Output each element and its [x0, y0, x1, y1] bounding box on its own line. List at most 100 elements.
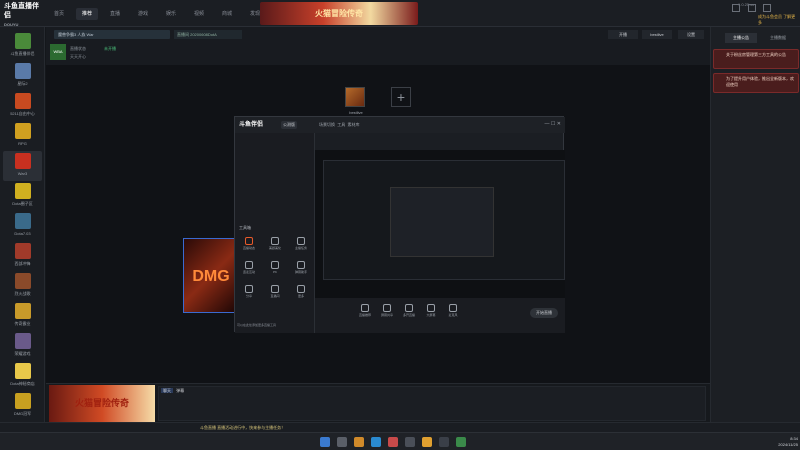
marquee-text: 斗鱼直播 直播活动进行中，快来参与主播任务！	[200, 425, 286, 430]
inner-bottom-toolbar: 直播推荐 屏幕共享 多开直播 大屏幕 麦克风 开始直播	[315, 298, 565, 333]
inner-tool-panel: 工具箱 直播动态 美颜美化 主播任务 连麦互动 PK 弹幕助手 分享 直播间 更多 可以在此处添…	[235, 133, 315, 333]
browser-icon[interactable]	[371, 437, 381, 447]
sidebar-item[interactable]: 西部冲锋	[3, 241, 42, 271]
tab-data[interactable]: 主播数据	[761, 33, 795, 43]
tab-chat[interactable]: 聊天	[161, 388, 173, 393]
tool-label: 直播间	[270, 294, 280, 298]
tool-item[interactable]: 主播任务	[291, 237, 311, 253]
app-icon[interactable]	[422, 437, 432, 447]
top-ad-banner[interactable]: 火猫冒险传奇	[260, 2, 418, 25]
sidebar-item[interactable]: 星际2	[3, 61, 42, 91]
bottom-tool-label: 麦克风	[448, 313, 458, 317]
bottom-tool[interactable]: 屏幕共享	[377, 304, 397, 320]
room-id-field[interactable]: 直播间 20200608DotA	[174, 30, 242, 39]
tool-label: 美颜美化	[268, 246, 281, 250]
tool-item[interactable]: 美颜美化	[265, 237, 285, 253]
sidebar-item[interactable]: 斗鱼直播伴侣	[3, 31, 42, 61]
settings-button[interactable]: 设置	[678, 30, 704, 39]
search-input[interactable]: bestlive	[642, 30, 672, 39]
game-icon	[14, 393, 31, 409]
bottom-tool[interactable]: 大屏幕	[421, 304, 441, 320]
notice-item[interactable]: 关于粉丝房管理第三方工具的公告	[713, 49, 799, 69]
tool-item[interactable]: 直播动态	[239, 237, 259, 253]
inner-tab[interactable]: 素材库	[347, 122, 359, 127]
sidebar-item[interactable]: Dota神秘商店	[3, 361, 42, 391]
inner-tab[interactable]: 场景切换	[319, 122, 335, 127]
live-title: 天天开心	[70, 54, 86, 59]
os-taskbar: 8:34 2024/11/25	[0, 432, 800, 450]
bottom-tool[interactable]: 多开直播	[399, 304, 419, 320]
sidebar-item[interactable]: 烈火战歌	[3, 271, 42, 301]
scene-label: bestlive	[349, 110, 363, 115]
sidebar-item[interactable]: 荣耀游戏	[3, 331, 42, 361]
app-icon[interactable]	[405, 437, 415, 447]
app-icon[interactable]	[439, 437, 449, 447]
tab-notice[interactable]: 主播公告	[725, 33, 757, 43]
tool-item[interactable]: 直播间	[265, 285, 285, 301]
tool-item[interactable]: 弹幕助手	[291, 261, 311, 277]
maximize-icon[interactable]	[747, 4, 756, 12]
start-icon[interactable]	[320, 437, 330, 447]
room-edit-link[interactable]	[138, 30, 154, 39]
chat-ad-banner[interactable]: 火猫冒险传奇	[49, 385, 155, 422]
vip-badge[interactable]: 成为斗鱼会员 了解更多	[758, 14, 798, 26]
nav-tab[interactable]: 首页	[48, 8, 70, 20]
tool-footer-tip: 可以在此处添加更多直播工具	[237, 323, 277, 327]
app-icon[interactable]	[388, 437, 398, 447]
game-icon	[14, 333, 31, 349]
bottom-tool[interactable]: 麦克风	[443, 304, 463, 320]
tool-item[interactable]: 更多	[291, 285, 311, 301]
add-scene-button[interactable]: +	[391, 87, 411, 107]
start-live-button[interactable]: 开始直播	[530, 308, 558, 318]
bottom-tool-label: 直播推荐	[358, 313, 371, 317]
status-value: 未开播	[104, 46, 116, 51]
nav-tab[interactable]: 视频	[188, 8, 210, 20]
chat-box[interactable]: 聊天 弹幕	[158, 386, 706, 421]
inner-window-controls[interactable]: — ☐ ✕	[507, 121, 561, 129]
tool-item[interactable]: 分享	[239, 285, 259, 301]
sidebar-item-label: Dota圈子区	[12, 201, 33, 206]
bottom-tool[interactable]: 直播推荐	[355, 304, 375, 320]
sidebar-item[interactable]: DMG冠军	[3, 391, 42, 421]
nav-tab[interactable]: 娱乐	[160, 8, 182, 20]
bottom-tool-label: 屏幕共享	[380, 313, 393, 317]
sidebar-item[interactable]: Dota7.03	[3, 211, 42, 241]
tool-icon	[271, 285, 279, 293]
image-source[interactable]: DMG	[183, 238, 239, 313]
sidebar-item[interactable]: 5211自由中心	[3, 91, 42, 121]
sidebar-item-label: War3	[17, 171, 28, 176]
sidebar-item[interactable]: War3	[3, 151, 42, 181]
minimize-icon[interactable]	[732, 4, 740, 12]
scene-thumbnail[interactable]	[345, 87, 365, 107]
app-icon[interactable]	[456, 437, 466, 447]
notice-text: 关于粉丝房管理第三方工具的公告	[726, 52, 786, 57]
tool-icon	[297, 237, 305, 245]
tool-icon	[271, 237, 279, 245]
tool-item[interactable]: PK	[265, 261, 285, 277]
game-icon	[14, 363, 31, 379]
search-icon[interactable]	[337, 437, 347, 447]
inner-app-window[interactable]: 斗鱼伴侣 公测版 场景切换 工具 素材库 — ☐ ✕ 工具箱 直播动态 美颜美化 主…	[234, 116, 565, 333]
close-icon[interactable]	[763, 4, 772, 12]
game-icon	[14, 273, 31, 289]
tool-item[interactable]: 连麦互动	[239, 261, 259, 277]
sidebar-item[interactable]: Dota圈子区	[3, 181, 42, 211]
right-panel: 主播公告 主播数据 关于粉丝房管理第三方工具的公告 为了提升用户体验，推出全新版…	[710, 27, 800, 422]
sidebar-item[interactable]: RPG	[3, 121, 42, 151]
nav-tab[interactable]: 直播	[104, 8, 126, 20]
nav-tab[interactable]: 推荐	[76, 8, 98, 20]
nav-tab[interactable]: 游戏	[132, 8, 154, 20]
bottom-tool-icon	[427, 304, 435, 312]
sidebar-item[interactable]: 传奇霸业	[3, 301, 42, 331]
game-icon	[14, 153, 31, 169]
taskbar-clock: 8:34 2024/11/25	[770, 436, 798, 448]
sidebar-item-label: Dota神秘商店	[10, 381, 35, 386]
folder-icon[interactable]	[354, 437, 364, 447]
footer-bar: 斗鱼直播 直播活动进行中，快来参与主播任务！	[0, 422, 800, 432]
nav-tab[interactable]: 商城	[216, 8, 238, 20]
tool-label: 弹幕助手	[294, 270, 307, 274]
tab-danmu[interactable]: 弹幕	[174, 388, 186, 393]
open-live-button[interactable]: 开播	[608, 30, 638, 39]
notice-item[interactable]: 为了提升用户体验，推出全新版本，欢迎使用	[713, 73, 799, 93]
inner-tab[interactable]: 工具	[337, 122, 345, 127]
